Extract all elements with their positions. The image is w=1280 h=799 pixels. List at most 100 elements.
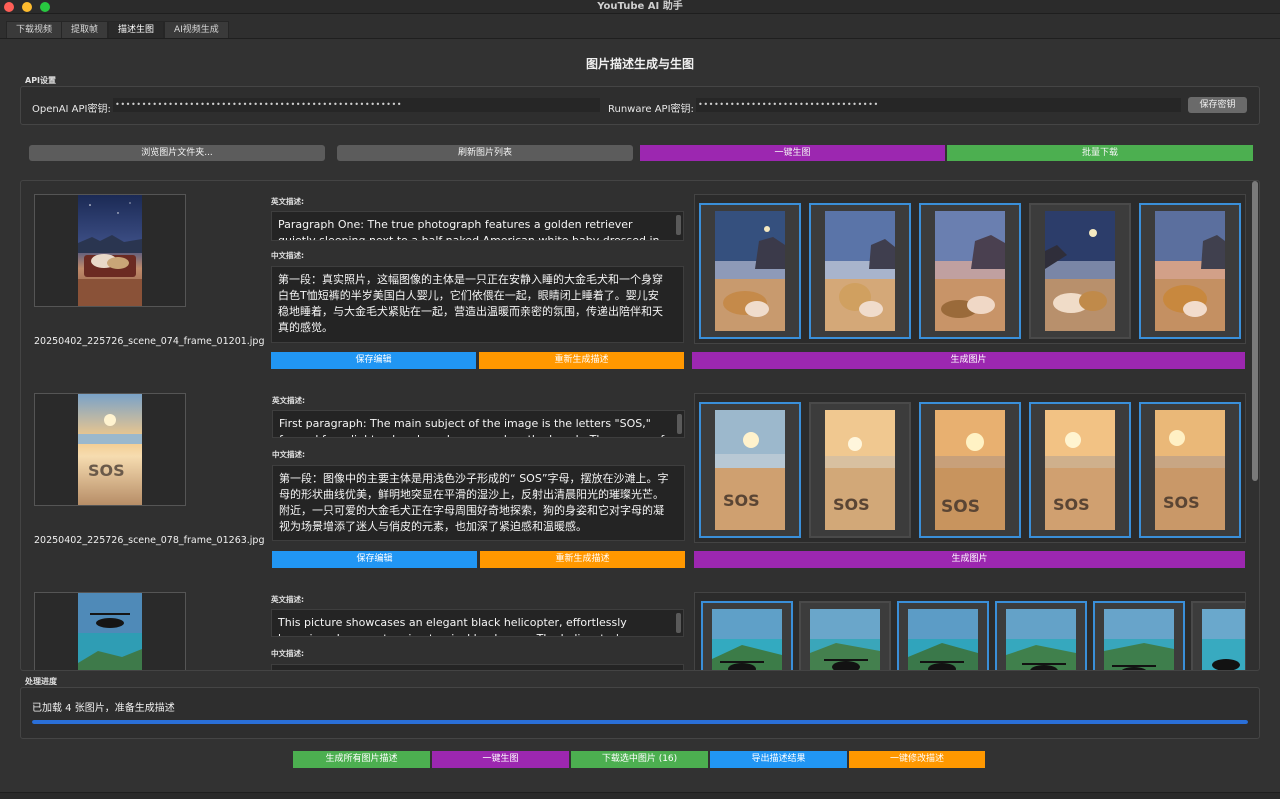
- refresh-list-button[interactable]: 刷新图片列表: [337, 145, 633, 161]
- source-thumbnail[interactable]: [34, 194, 186, 307]
- tab-download-video[interactable]: 下载视频: [6, 21, 63, 38]
- sos-beach-image: SOS: [1155, 410, 1225, 530]
- sos-beach-image: SOS: [935, 410, 1005, 530]
- english-desc-text: Paragraph One: The true photograph featu…: [278, 218, 660, 241]
- english-desc-input[interactable]: First paragraph: The main subject of the…: [272, 410, 685, 438]
- svg-text:SOS: SOS: [833, 495, 870, 514]
- chinese-desc-input[interactable]: 第一段：图像中的主要主体是用浅色沙子形成的“ SOS”字母，摆放在沙滩上。字母的…: [272, 465, 685, 541]
- generated-thumb[interactable]: [699, 203, 801, 339]
- image-filename: 20250402_225726_scene_078_frame_01263.jp…: [34, 535, 265, 546]
- chinese-desc-label: 中文描述:: [272, 450, 305, 459]
- save-key-button[interactable]: 保存密钥: [1188, 97, 1247, 113]
- list-item: SOS 英文描述: This picture showcases an eleg…: [21, 579, 1249, 670]
- progress-bar: [32, 720, 1248, 724]
- tab-ai-video[interactable]: AI视频生成: [164, 21, 229, 38]
- generate-all-descriptions-button[interactable]: 生成所有图片描述: [293, 751, 430, 768]
- english-desc-input[interactable]: This picture showcases an elegant black …: [271, 609, 684, 637]
- status-bar: [0, 792, 1280, 799]
- english-desc-input[interactable]: Paragraph One: The true photograph featu…: [271, 211, 684, 241]
- source-thumbnail[interactable]: SOS: [34, 592, 186, 670]
- browse-folder-button[interactable]: 浏览图片文件夹...: [29, 145, 325, 161]
- window-title: YouTube AI 助手: [597, 1, 683, 12]
- one-click-generate-button[interactable]: 一键生图: [640, 145, 945, 161]
- source-thumbnail[interactable]: SOS: [34, 393, 186, 506]
- generated-thumb[interactable]: [1191, 601, 1245, 670]
- generated-gallery: [694, 194, 1246, 344]
- sos-beach-image: SOS: [715, 410, 785, 530]
- tab-extract-frames[interactable]: 提取帧: [61, 21, 109, 38]
- export-descriptions-button[interactable]: 导出描述结果: [710, 751, 847, 768]
- progress-status-text: 已加载 4 张图片，准备生成描述: [32, 703, 175, 714]
- english-desc-label: 英文描述:: [271, 595, 304, 604]
- helicopter-island-image: [810, 609, 880, 670]
- one-click-modify-button[interactable]: 一键修改描述: [849, 751, 985, 768]
- save-edit-button[interactable]: 保存编辑: [272, 551, 477, 568]
- english-desc-label: 英文描述:: [271, 197, 304, 206]
- generated-thumb[interactable]: [1139, 203, 1241, 339]
- chinese-desc-label: 中文描述:: [271, 649, 304, 658]
- english-desc-label: 英文描述:: [272, 396, 305, 405]
- chinese-desc-text: 第一段：真实照片，这幅图像的主体是一只正在安静入睡的大金毛犬和一个身穿白色T恤短…: [278, 273, 663, 334]
- chinese-desc-input[interactable]: [271, 664, 684, 670]
- sos-beach-image: SOS: [78, 394, 142, 505]
- generated-thumb[interactable]: SOS: [919, 402, 1021, 538]
- helicopter-island-image: [712, 609, 782, 670]
- generated-thumb[interactable]: [799, 601, 891, 670]
- dog-baby-beach-image: [935, 211, 1005, 331]
- save-edit-button[interactable]: 保存编辑: [271, 352, 476, 369]
- dog-baby-beach-image: [1155, 211, 1225, 331]
- progress-panel: 已加载 4 张图片，准备生成描述: [20, 687, 1260, 739]
- batch-download-button[interactable]: 批量下载: [947, 145, 1253, 161]
- generated-thumb[interactable]: SOS: [809, 402, 911, 538]
- api-settings-panel: OpenAI API密钥: ••••••••••••••••••••••••••…: [20, 86, 1260, 125]
- svg-text:SOS: SOS: [941, 497, 980, 517]
- desc-scrollbar[interactable]: [677, 414, 682, 434]
- chinese-desc-label: 中文描述:: [271, 251, 304, 260]
- helicopter-island-image: [1006, 609, 1076, 670]
- openai-key-label: OpenAI API密钥:: [32, 104, 111, 115]
- tab-describe-generate[interactable]: 描述生图: [108, 21, 165, 38]
- image-list[interactable]: 20250402_225726_scene_074_frame_01201.jp…: [20, 180, 1260, 671]
- chinese-desc-input[interactable]: 第一段：真实照片，这幅图像的主体是一只正在安静入睡的大金毛犬和一个身穿白色T恤短…: [271, 266, 684, 343]
- progress-bar-fill: [32, 720, 1248, 724]
- english-desc-text: First paragraph: The main subject of the…: [279, 417, 664, 437]
- page-title: 图片描述生成与生图: [585, 57, 694, 71]
- list-scrollbar[interactable]: [1252, 181, 1258, 481]
- generated-thumb[interactable]: [1093, 601, 1185, 670]
- helicopter-island-image: SOS: [78, 593, 142, 670]
- generate-image-button[interactable]: 生成图片: [692, 352, 1245, 369]
- list-item: 20250402_225726_scene_074_frame_01201.jp…: [21, 181, 1249, 380]
- generated-thumb[interactable]: [701, 601, 793, 670]
- generated-thumb[interactable]: SOS: [1139, 402, 1241, 538]
- helicopter-island-image: [1202, 609, 1245, 670]
- generated-thumb[interactable]: [897, 601, 989, 670]
- helicopter-island-image: [908, 609, 978, 670]
- svg-text:SOS: SOS: [1053, 495, 1090, 514]
- generated-thumb[interactable]: [995, 601, 1087, 670]
- regenerate-desc-button[interactable]: 重新生成描述: [479, 352, 684, 369]
- generated-gallery: SOS SOS SOS SOS SOS: [694, 393, 1246, 543]
- runware-key-input[interactable]: ••••••••••••••••••••••••••••••••••: [696, 98, 1181, 112]
- desc-scrollbar[interactable]: [676, 215, 681, 235]
- english-desc-text: This picture showcases an elegant black …: [278, 616, 627, 636]
- svg-text:SOS: SOS: [723, 491, 760, 510]
- generate-image-button[interactable]: 生成图片: [694, 551, 1245, 568]
- generated-thumb[interactable]: [1029, 203, 1131, 339]
- desc-scrollbar[interactable]: [676, 613, 681, 633]
- chinese-desc-text: 第一段：图像中的主要主体是用浅色沙子形成的“ SOS”字母，摆放在沙滩上。字母的…: [279, 472, 669, 533]
- svg-text:SOS: SOS: [88, 461, 125, 480]
- generated-thumb[interactable]: [919, 203, 1021, 339]
- download-selected-button[interactable]: 下载选中图片 (16): [571, 751, 708, 768]
- list-item: SOS 20250402_225726_scene_078_frame_0126…: [21, 380, 1249, 579]
- title-bar: YouTube AI 助手: [0, 0, 1280, 14]
- generated-gallery: [694, 592, 1246, 670]
- generated-thumb[interactable]: SOS: [1029, 402, 1131, 538]
- one-click-generate-bottom-button[interactable]: 一键生图: [432, 751, 569, 768]
- openai-key-input[interactable]: ••••••••••••••••••••••••••••••••••••••••…: [113, 98, 600, 112]
- svg-text:SOS: SOS: [1163, 493, 1200, 512]
- regenerate-desc-button[interactable]: 重新生成描述: [480, 551, 685, 568]
- generated-thumb[interactable]: SOS: [699, 402, 801, 538]
- tab-bar: 下载视频 提取帧 描述生图 AI视频生成: [0, 14, 1280, 39]
- dog-baby-beach-image: [1045, 211, 1115, 331]
- generated-thumb[interactable]: [809, 203, 911, 339]
